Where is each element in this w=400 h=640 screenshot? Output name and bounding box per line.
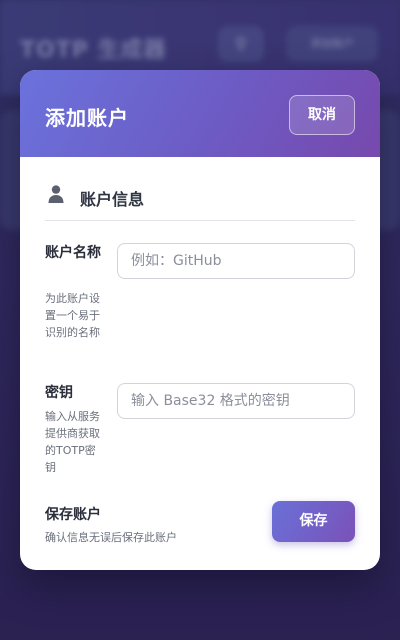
cancel-button[interactable]: 取消 <box>289 95 355 135</box>
account-name-label: 账户名称 <box>45 245 101 261</box>
save-button[interactable]: 保存 <box>272 501 355 542</box>
secret-key-input[interactable] <box>117 383 355 419</box>
secret-key-help: 输入从服务提供商获取的TOTP密钥 <box>45 410 100 474</box>
save-account-help: 确认信息无误后保存此账户 <box>45 531 177 544</box>
secret-key-label: 密钥 <box>45 385 73 401</box>
account-name-input[interactable] <box>117 243 355 279</box>
add-account-dialog: 添加账户 取消 账户信息 账户名称 为此账户设置一个易于识别的名称 密钥 输入从… <box>20 70 380 570</box>
account-name-help: 为此账户设置一个易于识别的名称 <box>45 292 100 339</box>
user-icon <box>48 185 64 203</box>
section-header: 账户信息 <box>45 183 355 221</box>
section-title: 账户信息 <box>80 190 145 209</box>
dialog-header: 添加账户 取消 <box>20 70 380 157</box>
dialog-title: 添加账户 <box>45 106 129 130</box>
save-account-label: 保存账户 <box>45 507 101 523</box>
